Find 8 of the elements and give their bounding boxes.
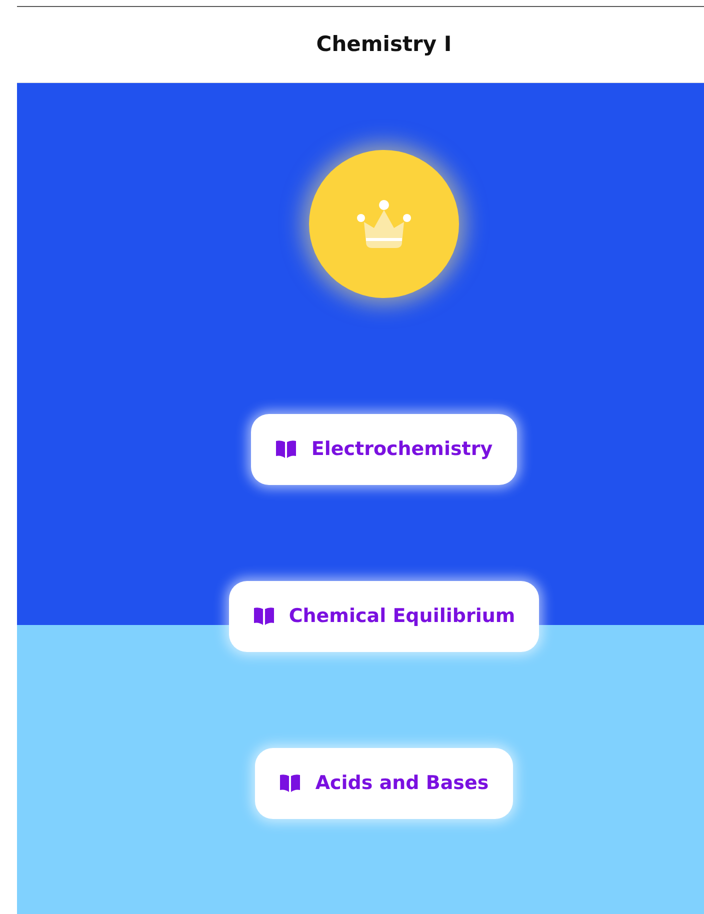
book-icon [279, 774, 302, 792]
book-icon [252, 607, 275, 626]
crown-icon [356, 198, 412, 250]
topic-button[interactable]: Chemical Equilibrium [228, 580, 540, 652]
page-title: Chemistry I [316, 30, 452, 58]
topic-button[interactable]: Acids and Bases [255, 748, 513, 819]
topic-button[interactable]: Electrochemistry [251, 414, 517, 485]
book-icon [275, 440, 298, 458]
